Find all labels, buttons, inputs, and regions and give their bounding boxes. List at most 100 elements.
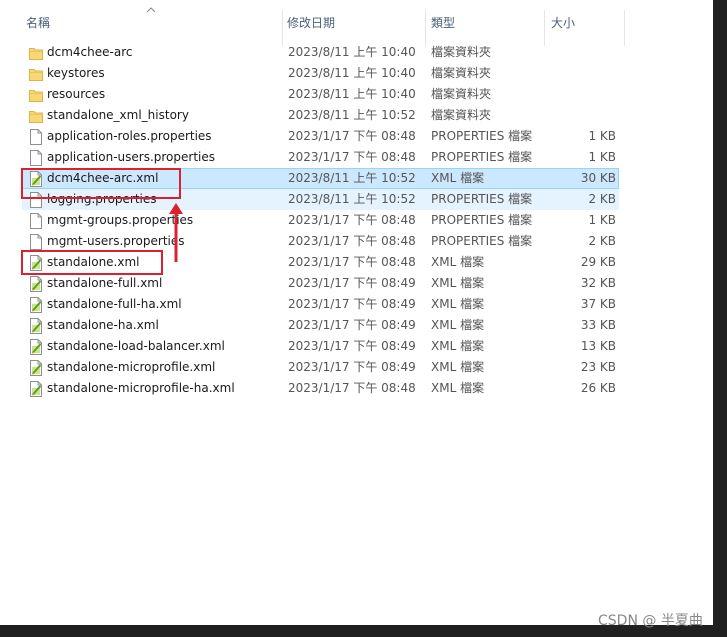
xml-file-icon <box>29 297 43 313</box>
xml-file-icon <box>29 360 43 376</box>
file-type: PROPERTIES 檔案 <box>431 192 533 206</box>
watermark: CSDN @ 半夏曲 <box>598 613 703 629</box>
column-divider[interactable] <box>624 10 625 46</box>
folder-icon <box>29 66 43 82</box>
file-row[interactable]: mgmt-users.properties 2023/1/17 下午 08:48 P… <box>22 231 619 252</box>
folder-icon <box>29 45 43 61</box>
file-type: 檔案資料夾 <box>431 66 492 80</box>
column-header-bar: 名稱 修改日期 類型 大小 <box>20 7 625 46</box>
file-date: 2023/1/17 下午 08:48 <box>288 381 416 395</box>
file-size: 37 KB <box>580 297 616 311</box>
file-name: application-users.properties <box>47 150 215 164</box>
file-date: 2023/8/11 上午 10:52 <box>288 192 416 206</box>
file-date: 2023/1/17 下午 08:49 <box>288 339 416 353</box>
file-date: 2023/1/17 下午 08:49 <box>288 276 416 290</box>
folder-icon <box>29 87 43 103</box>
column-header-name[interactable]: 名稱 <box>26 10 50 36</box>
file-size: 32 KB <box>580 276 616 290</box>
file-row[interactable]: mgmt-groups.properties 2023/1/17 下午 08:48… <box>22 210 619 231</box>
file-name: standalone-full.xml <box>47 276 163 290</box>
xml-file-icon <box>29 276 43 292</box>
file-type: PROPERTIES 檔案 <box>431 150 533 164</box>
file-name: standalone-microprofile.xml <box>47 360 216 374</box>
file-size: 13 KB <box>580 339 616 353</box>
file-row[interactable]: resources 2023/8/11 上午 10:40 檔案資料夾 <box>22 84 619 105</box>
annotation-box-standalone <box>21 250 163 275</box>
file-size: 2 KB <box>588 192 616 206</box>
file-size: 23 KB <box>580 360 616 374</box>
file-size: 1 KB <box>588 129 616 143</box>
file-date: 2023/1/17 下午 08:48 <box>288 150 416 164</box>
file-row[interactable]: application-roles.properties 2023/1/17 下午… <box>22 126 619 147</box>
file-name: standalone-load-balancer.xml <box>47 339 225 353</box>
file-name: application-roles.properties <box>47 129 212 143</box>
file-name: standalone-ha.xml <box>47 318 159 332</box>
file-type: 檔案資料夾 <box>431 108 492 122</box>
file-size: 2 KB <box>588 234 616 248</box>
file-name: standalone-full-ha.xml <box>47 297 182 311</box>
column-divider[interactable] <box>544 10 545 46</box>
xml-file-icon <box>29 381 43 397</box>
file-date: 2023/8/11 上午 10:40 <box>288 87 416 101</box>
file-icon <box>29 129 43 145</box>
file-date: 2023/8/11 上午 10:40 <box>288 66 416 80</box>
file-size: 1 KB <box>588 213 616 227</box>
file-name: mgmt-users.properties <box>47 234 185 248</box>
file-type: PROPERTIES 檔案 <box>431 234 533 248</box>
file-row[interactable]: standalone-full-ha.xml 2023/1/17 下午 08:49… <box>22 294 619 315</box>
xml-file-icon <box>29 339 43 355</box>
file-row[interactable]: application-users.properties 2023/1/17 下午… <box>22 147 619 168</box>
file-type: XML 檔案 <box>431 318 485 332</box>
column-divider[interactable] <box>425 10 426 46</box>
file-type: XML 檔案 <box>431 360 485 374</box>
file-date: 2023/8/11 上午 10:40 <box>288 45 416 59</box>
annotation-box-dcm4chee-arc <box>21 168 181 199</box>
file-type: XML 檔案 <box>431 255 485 269</box>
file-row[interactable]: dcm4chee-arc 2023/8/11 上午 10:40 檔案資料夾 <box>22 42 619 63</box>
file-name: resources <box>47 87 106 101</box>
column-header-date[interactable]: 修改日期 <box>287 10 335 36</box>
column-divider[interactable] <box>282 10 283 46</box>
file-name: dcm4chee-arc <box>47 45 133 59</box>
file-icon <box>29 213 43 229</box>
file-size: 26 KB <box>580 381 616 395</box>
file-row[interactable]: keystores 2023/8/11 上午 10:40 檔案資料夾 <box>22 63 619 84</box>
file-type: PROPERTIES 檔案 <box>431 213 533 227</box>
file-date: 2023/1/17 下午 08:48 <box>288 234 416 248</box>
file-row[interactable]: standalone_xml_history 2023/8/11 上午 10:52… <box>22 105 619 126</box>
file-name: standalone_xml_history <box>47 108 189 122</box>
file-type: XML 檔案 <box>431 276 485 290</box>
file-type: PROPERTIES 檔案 <box>431 129 533 143</box>
file-date: 2023/1/17 下午 08:48 <box>288 129 416 143</box>
file-date: 2023/1/17 下午 08:48 <box>288 213 416 227</box>
window-frame-right <box>713 0 727 637</box>
file-row[interactable]: standalone-full.xml 2023/1/17 下午 08:49 XML… <box>22 273 619 294</box>
file-type: XML 檔案 <box>431 297 485 311</box>
file-row[interactable]: standalone-microprofile-ha.xml 2023/1/17 … <box>22 378 619 399</box>
file-row[interactable]: standalone-load-balancer.xml 2023/1/17 下午… <box>22 336 619 357</box>
file-type: 檔案資料夾 <box>431 87 492 101</box>
sort-ascending-icon <box>146 7 156 13</box>
file-date: 2023/8/11 上午 10:52 <box>288 171 416 185</box>
file-type: XML 檔案 <box>431 339 485 353</box>
file-date: 2023/8/11 上午 10:52 <box>288 108 416 122</box>
file-size: 1 KB <box>588 150 616 164</box>
file-type: XML 檔案 <box>431 381 485 395</box>
file-name: standalone-microprofile-ha.xml <box>47 381 235 395</box>
file-name: keystores <box>47 66 105 80</box>
file-size: 33 KB <box>580 318 616 332</box>
file-size: 29 KB <box>580 255 616 269</box>
file-row[interactable]: standalone-ha.xml 2023/1/17 下午 08:49 XML 檔… <box>22 315 619 336</box>
file-icon <box>29 234 43 250</box>
file-type: 檔案資料夾 <box>431 45 492 59</box>
file-date: 2023/1/17 下午 08:49 <box>288 297 416 311</box>
file-type: XML 檔案 <box>431 171 485 185</box>
folder-icon <box>29 108 43 124</box>
xml-file-icon <box>29 318 43 334</box>
column-header-size[interactable]: 大小 <box>551 10 575 36</box>
file-icon <box>29 150 43 166</box>
file-date: 2023/1/17 下午 08:49 <box>288 360 416 374</box>
file-date: 2023/1/17 下午 08:49 <box>288 318 416 332</box>
column-header-type[interactable]: 類型 <box>431 10 455 36</box>
file-row[interactable]: standalone-microprofile.xml 2023/1/17 下午 … <box>22 357 619 378</box>
